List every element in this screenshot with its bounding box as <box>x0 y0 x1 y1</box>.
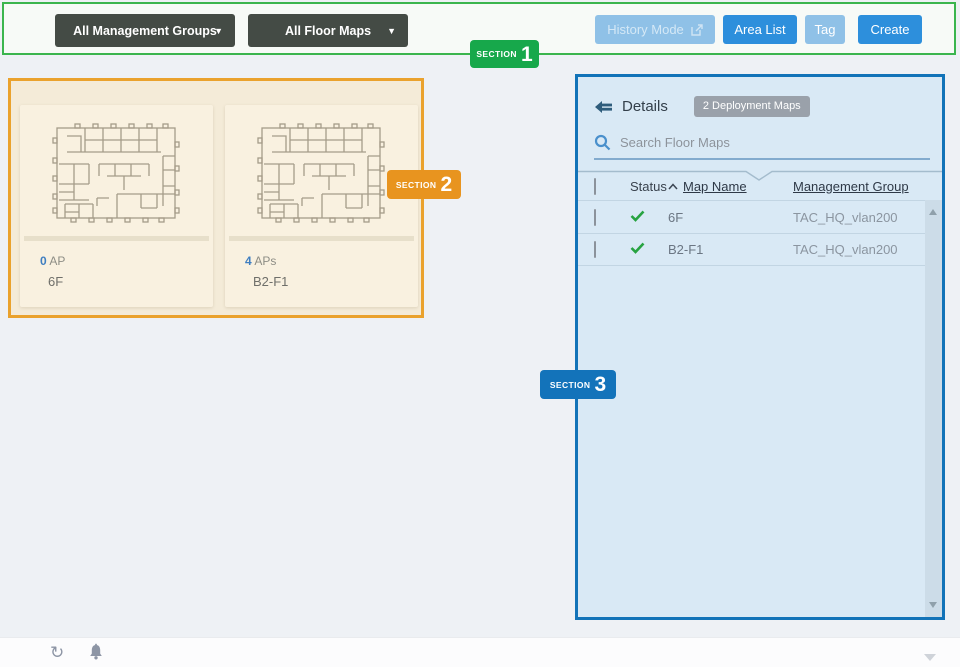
floor-plan-thumbnail <box>242 112 402 232</box>
chevron-down-icon: ▼ <box>387 26 396 36</box>
search-icon <box>594 134 611 151</box>
external-link-icon <box>691 24 703 36</box>
status-ok-icon <box>630 210 645 222</box>
table-row[interactable]: B2-F1 TAC_HQ_vlan200 <box>578 233 942 266</box>
ap-count-label: APs <box>254 254 276 268</box>
floor-map-manager-page: All Management Groups ▼ All Floor Maps ▼… <box>0 0 960 667</box>
page-scroll-down-icon[interactable] <box>924 654 936 661</box>
row-map-name: B2-F1 <box>668 242 793 257</box>
panel-scrollbar[interactable] <box>925 200 942 617</box>
scroll-down-icon[interactable] <box>929 602 937 608</box>
row-checkbox[interactable] <box>594 241 596 258</box>
chevron-down-icon: ▼ <box>214 26 223 36</box>
section-2-badge-prefix: SECTION <box>396 180 437 190</box>
notification-bell-icon[interactable] <box>88 643 104 666</box>
history-mode-button[interactable]: History Mode <box>595 15 715 44</box>
tag-button[interactable]: Tag <box>805 15 845 44</box>
search-row <box>594 134 942 151</box>
floor-card-name: B2-F1 <box>253 274 418 289</box>
search-floor-maps-input[interactable] <box>620 135 870 150</box>
refresh-icon[interactable]: ↻ <box>50 643 64 663</box>
floor-card-b2-f1[interactable]: 4 APs B2-F1 <box>225 105 418 307</box>
floor-maps-dropdown-label: All Floor Maps <box>285 24 371 38</box>
management-group-column-header[interactable]: Management Group <box>793 179 909 194</box>
create-label: Create <box>870 22 909 37</box>
floor-map-cards-section: 0 AP 6F 4 APs B2-F1 <box>8 78 424 318</box>
management-groups-dropdown-label: All Management Groups <box>73 24 217 38</box>
row-management-group: TAC_HQ_vlan200 <box>793 242 942 257</box>
section-2-badge-number: 2 <box>440 174 452 195</box>
section-1-badge: SECTION 1 <box>470 40 539 68</box>
tag-label: Tag <box>815 22 836 37</box>
section-1-badge-number: 1 <box>521 44 533 65</box>
ap-count-label: AP <box>49 254 65 268</box>
map-name-column-header[interactable]: Map Name <box>683 179 747 194</box>
ap-count: 0 <box>40 254 47 268</box>
table-header: Status Map Name Management Group <box>578 173 942 200</box>
search-underline <box>594 158 930 160</box>
ap-count: 4 <box>245 254 252 268</box>
section-3-badge-number: 3 <box>594 374 606 395</box>
status-column-header: Status <box>630 179 668 194</box>
table-body: 6F TAC_HQ_vlan200 B2-F1 TAC_HQ_vlan200 <box>578 200 942 266</box>
floor-card-name: 6F <box>48 274 213 289</box>
area-list-button[interactable]: Area List <box>723 15 797 44</box>
details-panel: Details 2 Deployment Maps Status Map Nam… <box>575 74 945 620</box>
section-3-badge: SECTION 3 <box>540 370 616 399</box>
scroll-up-icon[interactable] <box>929 209 937 215</box>
area-list-label: Area List <box>734 22 785 37</box>
management-groups-dropdown[interactable]: All Management Groups ▼ <box>55 14 235 47</box>
sort-ascending-icon <box>668 183 678 190</box>
details-panel-header: Details 2 Deployment Maps <box>594 96 942 117</box>
row-management-group: TAC_HQ_vlan200 <box>793 210 942 225</box>
status-ok-icon <box>630 242 645 254</box>
table-row[interactable]: 6F TAC_HQ_vlan200 <box>578 200 942 233</box>
section-1-badge-prefix: SECTION <box>476 49 517 59</box>
section-3-badge-prefix: SECTION <box>550 380 591 390</box>
section-2-badge: SECTION 2 <box>387 170 461 199</box>
details-title: Details <box>622 98 668 115</box>
card-meta: 4 APs B2-F1 <box>225 241 418 289</box>
row-map-name: 6F <box>668 210 793 225</box>
deployment-maps-count-badge: 2 Deployment Maps <box>694 96 810 117</box>
footer-bar: ↻ <box>0 637 960 667</box>
create-button[interactable]: Create <box>858 15 922 44</box>
floor-card-6f[interactable]: 0 AP 6F <box>20 105 213 307</box>
history-mode-label: History Mode <box>607 22 684 37</box>
floor-plan-thumbnail <box>37 112 197 232</box>
floor-maps-dropdown[interactable]: All Floor Maps ▼ <box>248 14 408 47</box>
collapse-left-icon[interactable] <box>594 100 613 114</box>
card-meta: 0 AP 6F <box>20 241 213 289</box>
row-checkbox[interactable] <box>594 209 596 226</box>
select-all-checkbox[interactable] <box>594 178 596 195</box>
